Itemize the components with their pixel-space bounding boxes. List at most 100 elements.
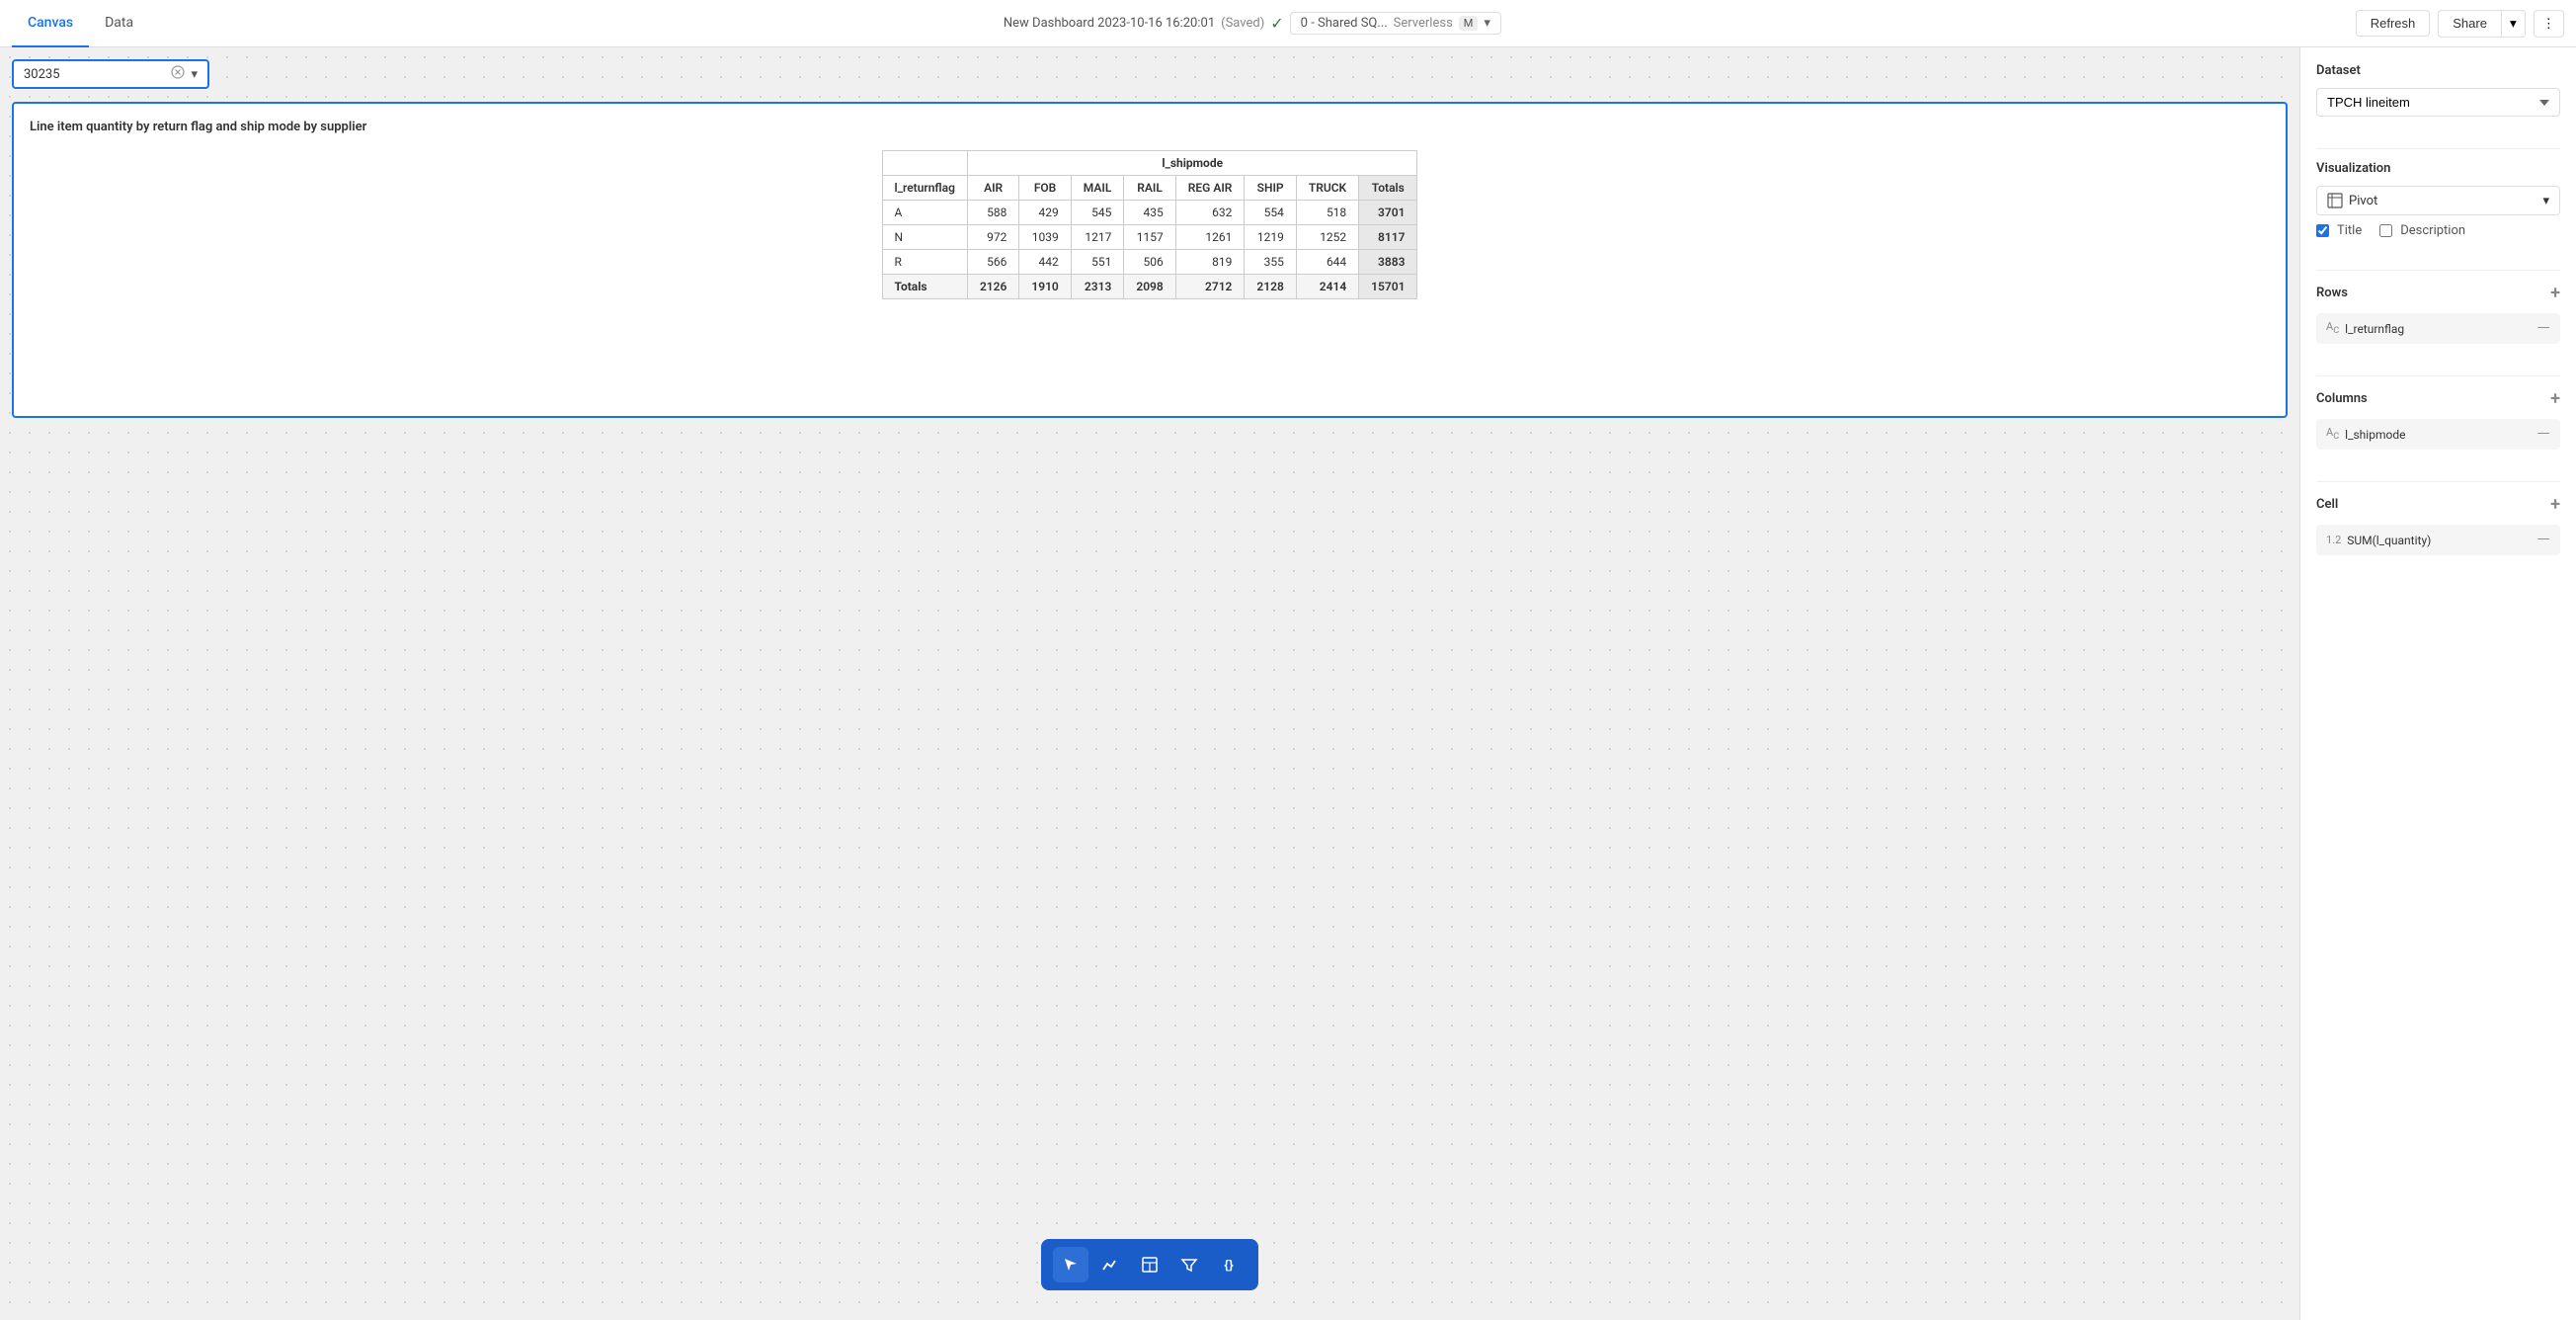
share-button[interactable]: Share bbox=[2438, 10, 2501, 38]
cell-header: Cell + bbox=[2316, 494, 2560, 515]
pivot-icon bbox=[2327, 193, 2343, 208]
divider-1 bbox=[2316, 148, 2560, 149]
main-layout: 30235 ▾ Line item quantity by return fla… bbox=[0, 47, 2576, 1320]
cell-field-tag: 1.2 SUM(l_quantity) — bbox=[2316, 525, 2560, 555]
rows-label: Rows bbox=[2316, 286, 2348, 300]
returnflag-header: l_returnflag bbox=[882, 176, 967, 201]
dataset-select[interactable]: TPCH lineitem bbox=[2316, 88, 2560, 117]
pivot-table: l_shipmode l_returnflag AIR FOB MAIL RAI… bbox=[882, 150, 1418, 299]
filter-tag[interactable]: 30235 ▾ bbox=[12, 59, 209, 89]
rows-field-left: AC l_returnflag bbox=[2326, 320, 2404, 336]
db-type: Serverless bbox=[1394, 16, 1453, 31]
row-n-label: N bbox=[882, 225, 967, 250]
topbar-actions: Refresh Share ▾ ⋮ bbox=[2356, 10, 2564, 38]
col-mail: MAIL bbox=[1071, 176, 1124, 201]
cell-add-button[interactable]: + bbox=[2550, 494, 2560, 515]
dataset-header: Dataset bbox=[2316, 63, 2560, 78]
rows-header: Rows + bbox=[2316, 283, 2560, 303]
columns-field-name: l_shipmode bbox=[2345, 428, 2405, 442]
columns-field-left: AC l_shipmode bbox=[2326, 426, 2405, 442]
col-rail: RAIL bbox=[1124, 176, 1175, 201]
tool-chart-button[interactable] bbox=[1092, 1247, 1128, 1282]
filter-dropdown-icon: ▾ bbox=[191, 67, 198, 82]
rows-add-button[interactable]: + bbox=[2550, 283, 2560, 303]
tool-table-button[interactable] bbox=[1132, 1247, 1167, 1282]
columns-header: Columns + bbox=[2316, 388, 2560, 409]
topbar-center: New Dashboard 2023-10-16 16:20:01 (Saved… bbox=[165, 12, 2340, 35]
row-a-label: A bbox=[882, 201, 967, 225]
topbar: Canvas Data New Dashboard 2023-10-16 16:… bbox=[0, 0, 2576, 47]
green-check-icon: ✓ bbox=[1270, 14, 1283, 33]
cell-field-left: 1.2 SUM(l_quantity) bbox=[2326, 534, 2431, 547]
dataset-label: Dataset bbox=[2316, 63, 2361, 78]
dashboard-title: New Dashboard 2023-10-16 16:20:01 bbox=[1004, 16, 1215, 31]
tab-data[interactable]: Data bbox=[89, 0, 149, 47]
rows-section: Rows + AC l_returnflag — bbox=[2316, 283, 2560, 344]
col-regair: REG AIR bbox=[1175, 176, 1245, 201]
cell-label: Cell bbox=[2316, 497, 2338, 512]
description-checkbox-label: Description bbox=[2400, 223, 2465, 238]
right-panel: Dataset TPCH lineitem Visualization Pivo bbox=[2299, 47, 2576, 1320]
divider-3 bbox=[2316, 375, 2560, 376]
share-group: Share ▾ bbox=[2438, 10, 2525, 38]
title-checkbox-row: Title Description bbox=[2316, 223, 2560, 238]
dataset-section: Dataset TPCH lineitem bbox=[2316, 63, 2560, 117]
tool-arrow-button[interactable] bbox=[1053, 1247, 1088, 1282]
visualization-value: Pivot bbox=[2349, 194, 2377, 208]
columns-add-button[interactable]: + bbox=[2550, 388, 2560, 409]
table-corner bbox=[882, 151, 967, 176]
table-row-totals: Totals 2126 1910 2313 2098 2712 2128 241… bbox=[882, 275, 1417, 299]
share-chevron-button[interactable]: ▾ bbox=[2501, 10, 2526, 38]
saved-status: (Saved) bbox=[1221, 16, 1264, 31]
col-fob: FOB bbox=[1019, 176, 1071, 201]
filter-bar: 30235 ▾ bbox=[12, 59, 209, 89]
col-air: AIR bbox=[967, 176, 1018, 201]
bottom-toolbar: {} bbox=[1041, 1239, 1258, 1290]
table-row: R 566 442 551 506 819 355 644 3883 bbox=[882, 250, 1417, 275]
divider-4 bbox=[2316, 481, 2560, 482]
tool-code-button[interactable]: {} bbox=[1211, 1247, 1247, 1282]
vis-chevron-icon: ▾ bbox=[2542, 194, 2549, 208]
divider-2 bbox=[2316, 270, 2560, 271]
chart-card: Line item quantity by return flag and sh… bbox=[12, 102, 2288, 418]
columns-label: Columns bbox=[2316, 391, 2368, 406]
refresh-button[interactable]: Refresh bbox=[2356, 10, 2431, 37]
canvas-area: 30235 ▾ Line item quantity by return fla… bbox=[0, 47, 2299, 1320]
db-name: 0 - Shared SQ... bbox=[1301, 16, 1388, 31]
title-checkbox-label: Title bbox=[2337, 223, 2362, 238]
tab-canvas[interactable]: Canvas bbox=[12, 0, 89, 47]
table-row: N 972 1039 1217 1157 1261 1219 1252 8117 bbox=[882, 225, 1417, 250]
columns-field-tag: AC l_shipmode — bbox=[2316, 419, 2560, 450]
row-totals-label: Totals bbox=[882, 275, 967, 299]
chart-title: Line item quantity by return flag and sh… bbox=[30, 120, 2270, 134]
tool-filter-button[interactable] bbox=[1171, 1247, 1207, 1282]
columns-section: Columns + AC l_shipmode — bbox=[2316, 388, 2560, 450]
cell-num-icon: 1.2 bbox=[2326, 534, 2341, 546]
table-row: A 588 429 545 435 632 554 518 3701 bbox=[882, 201, 1417, 225]
vis-left: Pivot bbox=[2327, 193, 2377, 208]
db-selector[interactable]: 0 - Shared SQ... Serverless M ▾ bbox=[1290, 12, 1501, 35]
rows-field-name: l_returnflag bbox=[2345, 322, 2404, 336]
more-options-button[interactable]: ⋮ bbox=[2534, 10, 2564, 38]
col-ship: SHIP bbox=[1245, 176, 1296, 201]
description-checkbox[interactable] bbox=[2379, 224, 2392, 237]
cell-remove-button[interactable]: — bbox=[2536, 530, 2550, 550]
rows-field-icon: AC bbox=[2326, 320, 2339, 336]
cell-field-name: SUM(l_quantity) bbox=[2347, 534, 2431, 547]
tab-group: Canvas Data bbox=[12, 0, 149, 47]
chevron-down-icon: ▾ bbox=[1484, 16, 1490, 31]
col-totals: Totals bbox=[1359, 176, 1417, 201]
visualization-section: Visualization Pivot ▾ Title Description bbox=[2316, 161, 2560, 238]
visualization-header: Visualization bbox=[2316, 161, 2560, 176]
filter-clear-icon[interactable] bbox=[171, 65, 185, 83]
row-r-label: R bbox=[882, 250, 967, 275]
rows-remove-button[interactable]: — bbox=[2536, 318, 2550, 339]
columns-remove-button[interactable]: — bbox=[2536, 424, 2550, 445]
title-checkbox[interactable] bbox=[2316, 224, 2329, 237]
rows-field-tag: AC l_returnflag — bbox=[2316, 313, 2560, 344]
visualization-label: Visualization bbox=[2316, 161, 2390, 176]
columns-field-icon: AC bbox=[2326, 426, 2339, 442]
visualization-select[interactable]: Pivot ▾ bbox=[2316, 186, 2560, 215]
col-truck: TRUCK bbox=[1296, 176, 1358, 201]
db-size: M bbox=[1459, 16, 1479, 31]
